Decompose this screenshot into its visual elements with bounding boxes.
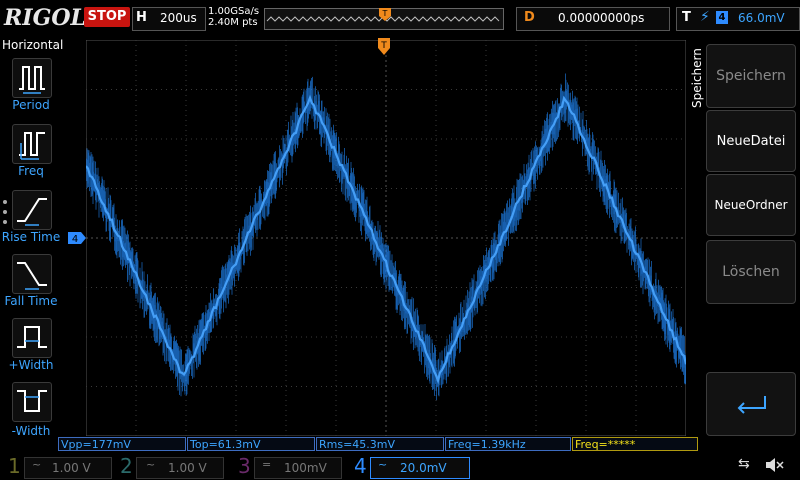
negative-width-label: -Width	[11, 424, 51, 438]
channel-4-offset-marker[interactable]: 4	[68, 232, 86, 244]
acquisition-info: 1.00GSa/s 2.40M pts	[208, 6, 259, 28]
delay-label: D	[524, 10, 535, 25]
enter-return-icon	[737, 396, 766, 414]
usb-icon: ⇆	[738, 456, 750, 472]
delete-button[interactable]: Löschen	[706, 240, 796, 304]
channel-2-number[interactable]: 2	[120, 454, 133, 478]
channel-1-scale: 1.00 V	[52, 461, 91, 475]
rise-time-icon	[17, 198, 47, 226]
trigger-label: T	[682, 10, 691, 25]
speaker-mute-icon[interactable]	[764, 457, 784, 473]
channel-4-coupling-icon: ~	[378, 458, 388, 471]
positive-width-button[interactable]	[12, 318, 52, 358]
timebase-value: 200us	[160, 11, 197, 25]
channel-2-scale: 1.00 V	[168, 461, 207, 475]
negative-width-button[interactable]	[12, 382, 52, 422]
new-file-button[interactable]: NeueDatei	[706, 110, 796, 172]
panel-title: Horizontal	[2, 38, 64, 52]
timebase-label: H	[136, 10, 147, 25]
ch4-marker-label: 4	[72, 234, 78, 244]
frequency-icon	[19, 132, 45, 160]
run-stop-button[interactable]: STOP	[84, 7, 130, 27]
fall-time-label: Fall Time	[4, 294, 58, 308]
channel-3-scale: 100mV	[284, 461, 327, 475]
trigger-level: 66.0mV	[738, 11, 785, 25]
channel-3-coupling-icon: =	[262, 458, 272, 471]
negative-width-icon	[17, 390, 47, 412]
trigger-time-marker[interactable]: T	[378, 38, 390, 56]
save-button[interactable]: Speichern	[706, 44, 796, 108]
measurement-freq-invalid[interactable]: Freq=*****	[572, 437, 698, 451]
channel-1-coupling-icon: ~	[32, 458, 42, 471]
enter-button[interactable]	[706, 372, 796, 436]
rise-time-label: Rise Time	[1, 230, 61, 244]
positive-width-label: +Width	[8, 358, 54, 372]
period-icon	[19, 66, 45, 94]
rise-time-button[interactable]	[12, 190, 52, 230]
channel-4-scale: 20.0mV	[400, 461, 447, 475]
page-dot	[3, 210, 7, 214]
channel-4-number[interactable]: 4	[354, 454, 367, 478]
frequency-button[interactable]	[12, 124, 52, 164]
period-button[interactable]	[12, 58, 52, 98]
fall-time-icon	[17, 262, 47, 290]
memory-depth: 2.40M pts	[208, 17, 258, 28]
fall-time-button[interactable]	[12, 254, 52, 294]
waveform-display[interactable]	[86, 40, 686, 436]
measurement-rms[interactable]: Rms=45.3mV	[316, 437, 444, 451]
positive-width-icon	[17, 326, 47, 348]
page-dot	[3, 200, 7, 204]
trigger-source-badge: 4	[716, 11, 728, 24]
svg-text:T: T	[382, 9, 388, 18]
sample-rate: 1.00GSa/s	[208, 6, 260, 17]
channel-3-number[interactable]: 3	[238, 454, 251, 478]
page-dot	[3, 220, 7, 224]
channel-1-number[interactable]: 1	[8, 454, 21, 478]
trigger-position-marker-icon: T	[379, 8, 391, 21]
measurement-freq[interactable]: Freq=1.39kHz	[445, 437, 571, 451]
menu-title: Speichern	[690, 48, 704, 108]
channel-2-coupling-icon: ~	[146, 458, 156, 471]
delay-value: 0.00000000ps	[558, 11, 645, 25]
new-folder-button[interactable]: NeueOrdner	[706, 174, 796, 236]
brand-logo: RIGOL	[4, 5, 86, 31]
trigger-marker-label: T	[380, 41, 387, 51]
measurement-vpp[interactable]: Vpp=177mV	[58, 437, 186, 451]
trigger-edge-icon: ⚡	[700, 9, 710, 25]
frequency-label: Freq	[18, 164, 44, 178]
memory-position-bar[interactable]: T	[264, 8, 504, 30]
measurement-top[interactable]: Top=61.3mV	[187, 437, 315, 451]
period-label: Period	[12, 98, 50, 112]
